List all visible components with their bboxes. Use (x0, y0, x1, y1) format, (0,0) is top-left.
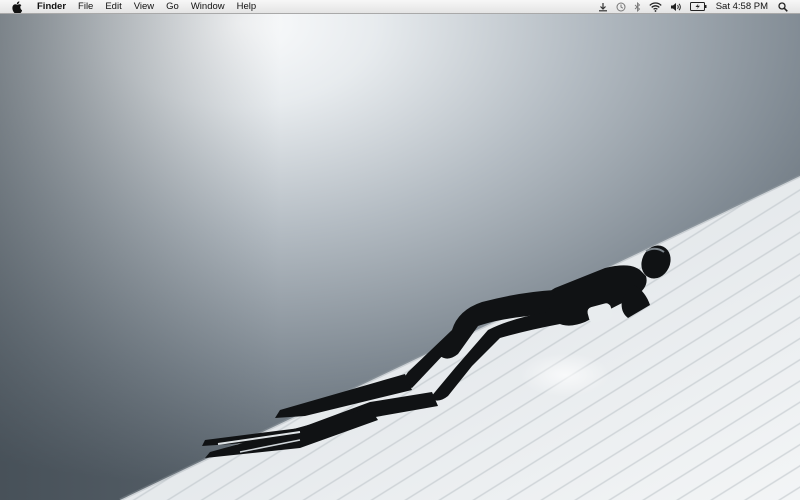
desktop[interactable] (0, 14, 800, 500)
menu-view[interactable]: View (128, 0, 160, 13)
menu-help[interactable]: Help (231, 0, 263, 13)
menu-file[interactable]: File (72, 0, 99, 13)
time-machine-sync-icon[interactable] (598, 0, 608, 13)
apple-icon[interactable] (11, 0, 23, 13)
menu-bar-extras: Sat 4:58 PM (594, 0, 800, 13)
desktop-wallpaper-image (0, 14, 800, 500)
menu-finder[interactable]: Finder (33, 0, 72, 13)
spotlight-search-icon[interactable] (778, 0, 788, 13)
bluetooth-icon[interactable] (634, 0, 641, 13)
menu-bar-left: Finder File Edit View Go Window Help (0, 0, 262, 13)
menu-go[interactable]: Go (160, 0, 185, 13)
menu-bar-clock[interactable]: Sat 4:58 PM (716, 1, 768, 12)
menu-edit[interactable]: Edit (99, 0, 127, 13)
clock-icon[interactable] (616, 0, 626, 13)
screen: Finder File Edit View Go Window Help Sat… (0, 0, 800, 500)
wifi-icon[interactable] (649, 0, 662, 13)
volume-icon[interactable] (670, 0, 682, 13)
menu-bar: Finder File Edit View Go Window Help Sat… (0, 0, 800, 14)
battery-icon[interactable] (689, 0, 707, 13)
menu-window[interactable]: Window (185, 0, 231, 13)
